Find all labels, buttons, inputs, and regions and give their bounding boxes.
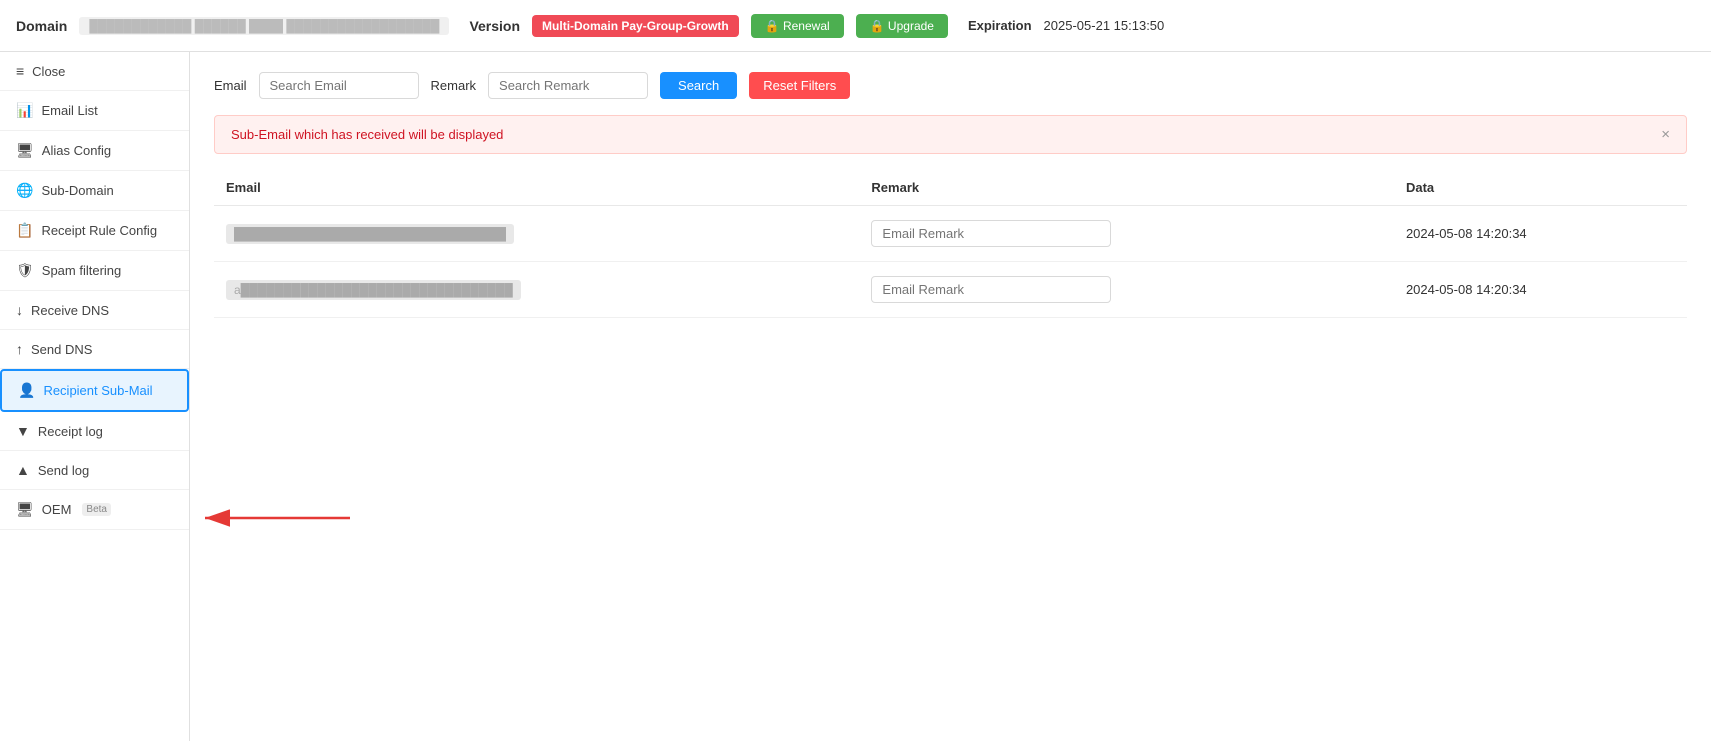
sidebar-item-send-log[interactable]: ▲ Send log [0,451,189,490]
sidebar-item-close[interactable]: ≡ Close [0,52,189,91]
data-table: Email Remark Data ██████████████████████… [214,170,1687,318]
sidebar-item-receipt-log[interactable]: ▼ Receipt log [0,412,189,451]
remark-input-1[interactable] [871,220,1111,247]
upgrade-button[interactable]: 🔒 Upgrade [856,14,948,38]
table-header-remark: Remark [859,170,1394,206]
content-area: Email Remark Search Reset Filters Sub-Em… [190,52,1711,741]
sidebar-item-label: Receipt log [38,424,103,439]
main-layout: ≡ Close 📊 Email List 🖥 Alias Config 🌐 Su… [0,52,1711,741]
expiration-value: 2025-05-21 15:13:50 [1044,18,1165,33]
notice-close-button[interactable]: × [1661,126,1670,143]
sidebar-item-label: Close [32,64,65,79]
remark-search-input[interactable] [488,72,648,99]
remark-filter-label: Remark [431,78,477,93]
oem-icon: 🖥 [16,501,34,518]
alias-icon: 🖥 [16,142,34,159]
sidebar-item-label: Spam filtering [42,263,121,278]
sidebar-item-label: Send DNS [31,342,92,357]
domain-value: ████████████ ██████ ████ ███████████████… [79,17,449,35]
sidebar: ≡ Close 📊 Email List 🖥 Alias Config 🌐 Su… [0,52,190,741]
sidebar-item-oem[interactable]: 🖥 OEM Beta [0,490,189,530]
email-cell-1: ████████████████████████████████ [226,224,514,244]
renewal-button[interactable]: 🔒 Renewal [751,14,844,38]
top-bar: Domain ████████████ ██████ ████ ████████… [0,0,1711,52]
expiration-label: Expiration [968,18,1032,33]
sidebar-item-spam-filtering[interactable]: 🛡 Spam filtering [0,251,189,291]
notice-banner: Sub-Email which has received will be dis… [214,115,1687,154]
user-icon: 👤 [18,382,35,399]
sidebar-item-receipt-rule-config[interactable]: 📋 Receipt Rule Config [0,211,189,251]
version-label: Version [469,18,520,34]
sidebar-item-label: OEM [42,502,72,517]
remark-input-2[interactable] [871,276,1111,303]
filter-bar: Email Remark Search Reset Filters [214,72,1687,99]
email-cell-2: a████████████████████████████████ [226,280,521,300]
version-badge: Multi-Domain Pay-Group-Growth [532,15,739,37]
reset-filters-button[interactable]: Reset Filters [749,72,850,99]
sidebar-item-send-dns[interactable]: ↑ Send DNS [0,330,189,369]
down-arrow-icon: ↓ [16,302,23,318]
sidebar-item-email-list[interactable]: 📊 Email List [0,91,189,131]
sidebar-item-label: Sub-Domain [41,183,113,198]
email-filter-label: Email [214,78,247,93]
table-row: a████████████████████████████████ 2024-0… [214,262,1687,318]
chevron-up-icon: ▲ [16,462,30,478]
receipt-icon: 📋 [16,222,33,239]
sidebar-item-alias-config[interactable]: 🖥 Alias Config [0,131,189,171]
globe-icon: 🌐 [16,182,33,199]
chart-icon: 📊 [16,102,33,119]
sidebar-item-label: Email List [41,103,97,118]
close-icon: ≡ [16,63,24,79]
beta-badge: Beta [82,503,111,516]
table-row: ████████████████████████████████ 2024-05… [214,206,1687,262]
email-search-input[interactable] [259,72,419,99]
sidebar-item-label: Alias Config [42,143,111,158]
sidebar-item-label: Receipt Rule Config [41,223,157,238]
chevron-down-icon: ▼ [16,423,30,439]
data-cell-1: 2024-05-08 14:20:34 [1406,226,1527,241]
sidebar-item-receive-dns[interactable]: ↓ Receive DNS [0,291,189,330]
sidebar-item-label: Receive DNS [31,303,109,318]
search-button[interactable]: Search [660,72,737,99]
sidebar-item-sub-domain[interactable]: 🌐 Sub-Domain [0,171,189,211]
sidebar-item-label: Send log [38,463,89,478]
shield-icon: 🛡 [16,262,34,279]
notice-text: Sub-Email which has received will be dis… [231,127,503,142]
sidebar-item-recipient-sub-mail[interactable]: 👤 Recipient Sub-Mail [0,369,189,412]
domain-label: Domain [16,18,67,34]
up-arrow-icon: ↑ [16,341,23,357]
data-cell-2: 2024-05-08 14:20:34 [1406,282,1527,297]
table-header-email: Email [214,170,859,206]
table-header-data: Data [1394,170,1687,206]
sidebar-item-label: Recipient Sub-Mail [43,383,152,398]
